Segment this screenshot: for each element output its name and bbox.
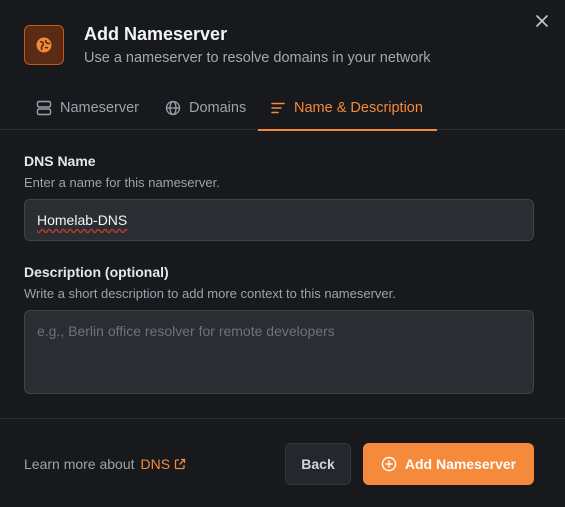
external-link-icon [174,458,186,470]
back-button-label: Back [301,456,335,472]
tab-domains-label: Domains [189,100,247,116]
tab-domains[interactable]: Domains [165,86,246,130]
footer-divider [0,418,565,419]
dns-docs-link-label: DNS [140,456,171,472]
tab-nameserver[interactable]: Nameserver [36,86,139,130]
tab-name-description[interactable]: Name & Description [258,86,437,131]
dns-name-help: Enter a name for this nameserver. [24,175,220,190]
description-help: Write a short description to add more co… [24,286,396,301]
globe-network-icon [36,37,52,53]
lines-icon [271,102,285,114]
plus-circle-icon [381,456,397,472]
nameserver-header-icon [24,25,64,65]
back-button[interactable]: Back [285,443,351,485]
tab-bar: Nameserver Domains Name & Description [0,86,565,131]
tab-nameserver-label: Nameserver [60,100,139,116]
close-icon [536,15,548,27]
learn-more-text: Learn more about [24,456,135,472]
learn-more: Learn more about DNS [24,456,186,472]
description-textarea[interactable]: e.g., Berlin office resolver for remote … [24,310,534,394]
add-nameserver-button[interactable]: Add Nameserver [363,443,534,485]
server-icon [36,100,52,116]
dns-name-label: DNS Name [24,153,96,169]
tab-name-description-label: Name & Description [294,100,423,116]
globe-icon [165,100,181,116]
dialog-subtitle: Use a nameserver to resolve domains in y… [84,50,431,66]
description-placeholder: e.g., Berlin office resolver for remote … [37,323,335,339]
close-button[interactable] [533,12,551,30]
dns-docs-link[interactable]: DNS [141,456,187,472]
description-label: Description (optional) [24,264,169,280]
add-nameserver-button-label: Add Nameserver [404,456,517,472]
dns-name-value: Homelab-DNS [37,212,128,228]
dns-name-input[interactable]: Homelab-DNS [24,199,534,241]
dialog-title: Add Nameserver [84,24,228,44]
